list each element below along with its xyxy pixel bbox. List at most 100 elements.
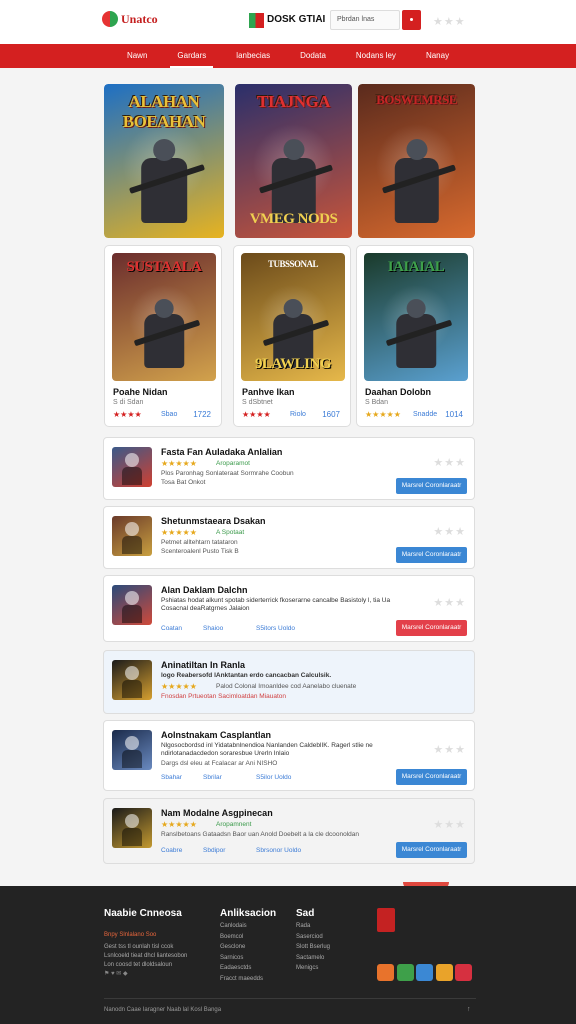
game-subtitle: S dSbtnet [242,399,273,406]
list-rating-placeholder: ★★★ [433,743,466,756]
list-meta-1[interactable]: Coabre [161,847,182,854]
list-subtext-2: Scenteroalenl Pusto Tisk B [161,548,239,555]
footer-link[interactable]: Slott Bserlug [296,943,330,952]
game-poster-title: SUSTAALA [126,259,202,275]
search-input[interactable]: Pbrdan lnas [330,10,400,30]
game-card[interactable]: IAIAIAL Daahan Dolobn S Bdan ★★★★★ Snadde 101… [356,245,474,427]
footer-copyright: Nanodn Caae Iaragner Naab lal Kosl Banga [104,1007,222,1013]
scroll-top-icon[interactable]: ↑ [467,1006,471,1013]
footer-text-2: Lsnlcoeld tieat dhcl liantesobon [104,953,188,959]
game-meta: Sbao [161,411,178,418]
thumbnail-figure-head [125,814,139,828]
list-meta-2[interactable]: Sbdipor [203,847,225,854]
list-tag: Aropamnent [216,821,252,828]
game-meta: Riolo [290,411,306,418]
featured-game-card-3[interactable]: BOSWEMRSE [358,84,475,238]
thumbnail-figure-head [125,522,139,536]
social-icon-0[interactable] [377,964,394,981]
footer-link[interactable]: Boemcol [220,933,243,942]
list-title: Alan Daklam Dalchn [161,585,248,595]
thumbnail-figure-body [122,750,142,768]
social-icon-4[interactable] [455,964,472,981]
soldier-head [154,299,174,318]
social-icon-2[interactable] [416,964,433,981]
site-logo[interactable]: Unatco [102,11,158,27]
list-meta-1[interactable]: Sbahar [161,774,182,781]
list-action-button[interactable]: Marsrel Coronlaraatr [396,769,467,785]
search-button[interactable] [402,10,421,30]
list-item[interactable]: Aolnstnakam Casplantlan Nlgosocbordsd inl… [103,720,475,791]
footer-link[interactable]: Canlodais [220,922,247,931]
soldier-head [405,139,428,161]
footer-link[interactable]: Sarnicos [220,954,243,963]
game-poster: IAIAIAL [364,253,468,381]
list-rating-stars: ★★★★★ [161,459,197,468]
poster-title: TIAJNGA [256,92,331,111]
nav-item-1[interactable]: Gardars [162,44,221,68]
footer-link[interactable]: Saserciod [296,933,323,942]
footer-link[interactable]: Rada [296,922,310,931]
footer-link[interactable]: Sactamelo [296,954,324,963]
list-meta-2[interactable]: Shaioo [203,625,223,632]
footer-link[interactable]: Menigcs [296,964,318,973]
brand-title: DOSK GTIAI [267,14,326,25]
game-subtitle: S di Sdan [113,399,144,406]
thumbnail-figure-body [122,605,142,623]
list-meta-1[interactable]: Coatan [161,625,182,632]
nav-item-5[interactable]: Nanay [411,44,464,68]
list-subtext: Petmet alltehtarn tatataron [161,539,238,546]
footer-heading-2: Anliksacion [220,908,277,919]
list-title: Fasta Fan Auladaka Anlalian [161,447,283,457]
game-title: Panhve Ikan [242,387,295,397]
footer-link[interactable]: Gesclone [220,943,245,952]
list-action-button[interactable]: Marsrel Coronlaraatr [396,478,467,494]
game-score: 1014 [445,410,463,419]
list-item[interactable]: Shetunmstaeara Dsakan ★★★★★ A Spotaat Petme… [103,506,475,569]
featured-game-card-2[interactable]: TIAJNGA VMEG NODS [235,84,352,238]
list-thumbnail [112,516,152,556]
nav-item-4[interactable]: Nodans ley [341,44,411,68]
list-item[interactable]: Aninatiltan In Ranla logo Reabersofd lAnk… [103,650,475,714]
list-item[interactable]: Alan Daklam Dalchn Pshiatas hodat alkunt … [103,575,475,642]
footer-link[interactable]: Fracct maeedds [220,975,263,984]
game-title: Poahe Nidan [113,387,168,397]
list-meta-2[interactable]: Sbrilar [203,774,222,781]
list-item[interactable]: Nam Modalne Asgpinecan ★★★★★ Aropamnent Ran… [103,798,475,864]
thumbnail-figure-body [122,536,142,554]
main-nav: Nawn Gardars lanbecias Dodata Nodans ley Nana… [0,44,576,68]
nav-item-3[interactable]: Dodata [285,44,341,68]
list-title: Shetunmstaeara Dsakan [161,516,266,526]
featured-game-card-1[interactable]: ALAHAN BOEAHAN [104,84,224,238]
game-rating-stars: ★★★★ [242,410,271,419]
soldier-body [394,157,439,223]
list-item[interactable]: Fasta Fan Auladaka Anlalian ★★★★★ Aroparam… [103,437,475,500]
list-subtext: Dargs dsl eleu at Fcalacar ar Ani NISHO [161,760,278,767]
game-poster: 9LAWLING TUBSSONAL [241,253,345,381]
featured-poster: ALAHAN BOEAHAN [104,84,224,238]
list-thumbnail [112,660,152,700]
game-meta: Snadde [413,411,438,418]
flag-icon [249,13,264,28]
game-card[interactable]: 9LAWLING TUBSSONAL Panhve Ikan S dSbtnet ★★★… [233,245,351,427]
footer-text-1: Gest tss tl ounlah tisl ccok [104,944,174,950]
footer-text-3: Lon coosd tet dloldsaloun [104,962,173,968]
footer-link[interactable]: Eadaesctds [220,964,251,973]
footer-heading-3: Sad [296,908,315,919]
social-icon-1[interactable] [396,964,414,981]
footer-app-badge[interactable] [377,908,395,932]
list-action-button[interactable]: Marsrel Coronlaraatr [396,547,467,563]
footer-highlight-link[interactable]: Bnpy Slnlalano Soo [104,932,156,938]
game-score: 1607 [322,410,340,419]
list-subtext-2: Tosa Bat Onkot [161,479,206,486]
thumbnail-figure-head [125,591,139,605]
list-description: Pshiatas hodat alkunt spotab siderterric… [161,597,391,612]
nav-item-2[interactable]: lanbecias [221,44,285,68]
nav-item-0[interactable]: Nawn [112,44,162,68]
list-action-button[interactable]: Marsrel Coronlaraatr [396,842,467,858]
thumbnail-figure-head [125,666,139,680]
list-action-button[interactable]: Marsrel Coronlaraatr [396,620,467,636]
list-rating-placeholder: ★★★ [433,456,466,469]
social-icon-3[interactable] [435,964,453,981]
thumbnail-figure-head [125,453,139,467]
game-card[interactable]: SUSTAALA Poahe Nidan S di Sdan ★★★★ Sbao 1722 [104,245,222,427]
